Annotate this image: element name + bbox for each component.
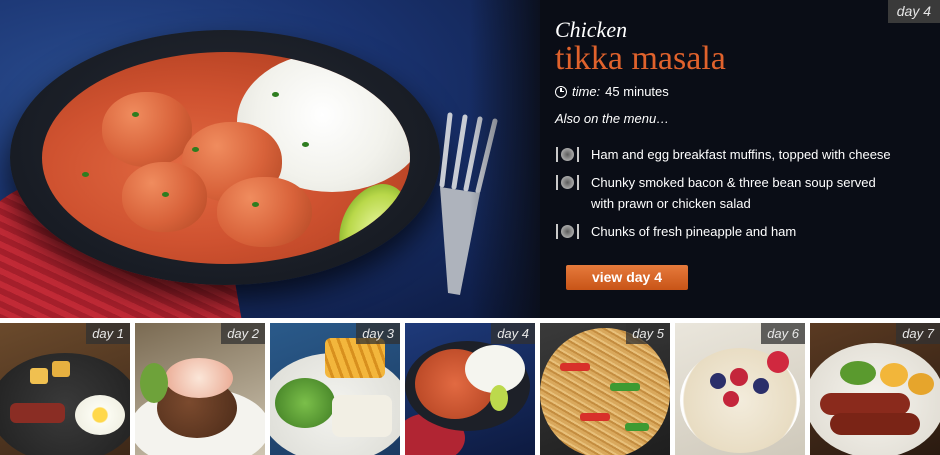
view-day-button[interactable]: view day 4 <box>566 265 688 290</box>
sausage-graphic <box>820 393 910 415</box>
pepper-graphic <box>560 363 590 371</box>
time-value: 45 minutes <box>605 84 669 99</box>
recipe-title[interactable]: tikka masala <box>555 42 925 76</box>
recipe-info: Chicken tikka masala time: 45 minutes Al… <box>555 18 925 249</box>
chicken-piece <box>122 162 207 232</box>
pepper-graphic <box>625 423 649 431</box>
hero-dish-photo[interactable] <box>0 0 540 318</box>
list-item: Chunky smoked bacon & three bean soup se… <box>555 172 925 214</box>
thumbnail-day-label: day 2 <box>221 323 265 344</box>
thumbnail-day-1[interactable]: day 1 <box>0 323 130 455</box>
thumbnail-day-7[interactable]: day 7 <box>810 323 940 455</box>
clock-icon <box>555 85 567 98</box>
menu-item-text: Chunks of fresh pineapple and ham <box>591 224 797 239</box>
thumbnail-day-2[interactable]: day 2 <box>135 323 265 455</box>
chips-graphic <box>325 338 385 378</box>
raspberry-graphic <box>767 351 789 373</box>
raspberry-graphic <box>723 391 739 407</box>
chicken-piece <box>102 92 192 167</box>
fried-egg-graphic <box>75 395 125 435</box>
coriander-leaf <box>302 142 309 147</box>
potato-graphic <box>52 361 70 377</box>
also-on-menu-heading: Also on the menu… <box>555 111 670 126</box>
plate-cutlery-icon <box>555 144 583 164</box>
coriander-leaf <box>132 112 139 117</box>
list-item: Chunks of fresh pineapple and ham <box>555 221 925 242</box>
plate-cutlery-icon <box>555 172 583 192</box>
sausage-graphic <box>830 413 920 435</box>
coriander-leaf <box>252 202 259 207</box>
also-on-menu-list: Ham and egg breakfast muffins, topped wi… <box>555 144 925 242</box>
lime-wedge <box>490 385 508 411</box>
thumbnail-day-3[interactable]: day 3 <box>270 323 400 455</box>
bacon-graphic <box>10 403 65 423</box>
hero-feature: day 4 Chicken tikka masala time: 45 minu… <box>0 0 940 318</box>
potato-graphic <box>880 363 908 387</box>
thumbnail-day-5[interactable]: day 5 <box>540 323 670 455</box>
thumbnail-day-label: day 1 <box>86 323 130 344</box>
day-thumbnail-strip: day 1 day 2 day 3 day 4 day 5 day 6 day … <box>0 323 940 455</box>
thumbnail-day-4[interactable]: day 4 <box>405 323 535 455</box>
thumbnail-day-label: day 6 <box>761 323 805 344</box>
noodles-graphic <box>540 328 670 455</box>
recipe-title-prefix: Chicken <box>555 17 628 42</box>
curry-graphic <box>42 52 410 264</box>
thumbnail-day-label: day 5 <box>626 323 670 344</box>
prawn-topping-graphic <box>165 358 233 398</box>
salad-graphic <box>275 378 335 428</box>
menu-item-text: Ham and egg breakfast muffins, topped wi… <box>591 147 891 162</box>
coriander-leaf <box>272 92 279 97</box>
bowl-graphic <box>10 30 440 285</box>
salad-graphic <box>140 363 168 403</box>
plate-cutlery-icon <box>555 221 583 241</box>
blueberry-graphic <box>753 378 769 394</box>
potato-graphic <box>30 368 48 384</box>
list-item: Ham and egg breakfast muffins, topped wi… <box>555 144 925 165</box>
fish-graphic <box>332 395 392 437</box>
raspberry-graphic <box>730 368 748 386</box>
menu-item-text: Chunky smoked bacon & three bean soup se… <box>591 175 876 211</box>
pepper-graphic <box>580 413 610 421</box>
cabbage-graphic <box>840 361 876 385</box>
coriander-leaf <box>162 192 169 197</box>
coriander-leaf <box>82 172 89 177</box>
thumbnail-day-label: day 4 <box>491 323 535 344</box>
thumbnail-day-6[interactable]: day 6 <box>675 323 805 455</box>
blueberry-graphic <box>710 373 726 389</box>
time-label: time: <box>572 84 601 99</box>
thumbnail-day-label: day 3 <box>356 323 400 344</box>
thumbnail-day-label: day 7 <box>896 323 940 344</box>
chicken-piece <box>217 177 312 247</box>
potato-graphic <box>908 373 934 395</box>
hero-fade <box>470 0 540 318</box>
cook-time: time: 45 minutes <box>555 84 925 99</box>
coriander-leaf <box>192 147 199 152</box>
pepper-graphic <box>610 383 640 391</box>
